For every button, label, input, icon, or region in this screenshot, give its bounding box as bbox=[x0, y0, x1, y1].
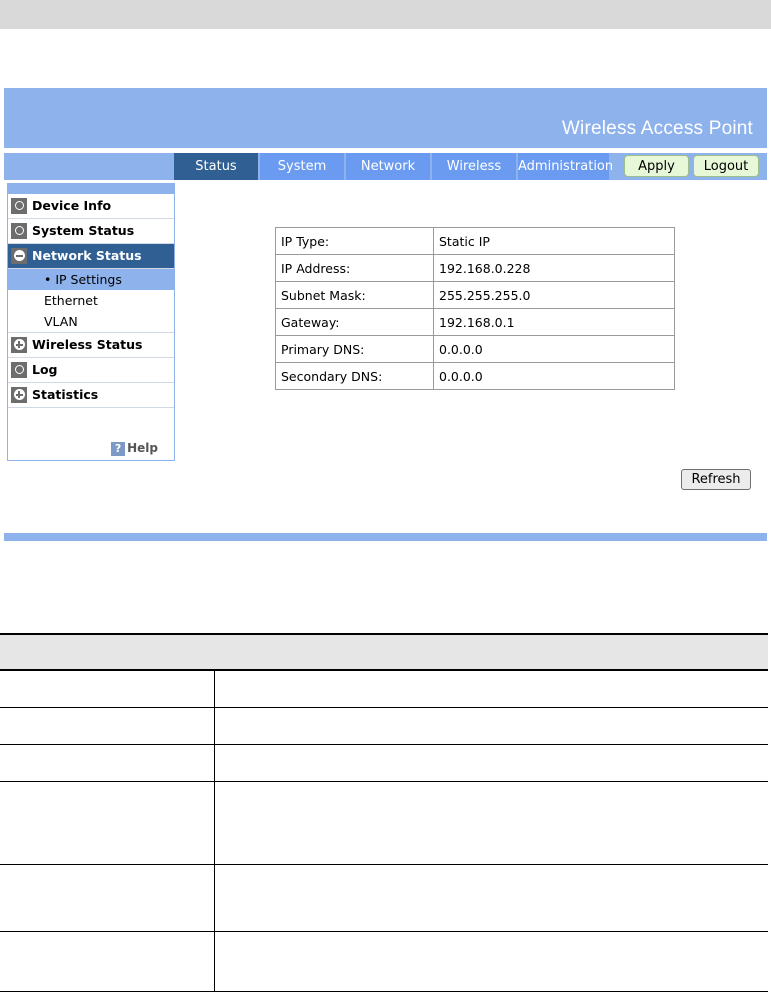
help-link[interactable]: ? Help bbox=[111, 441, 158, 456]
field-value: 192.168.0.228 bbox=[433, 254, 675, 282]
sidebar-subitem-label: VLAN bbox=[44, 314, 78, 329]
field-label: Primary DNS: bbox=[275, 335, 434, 363]
field-label: Subnet Mask: bbox=[275, 281, 434, 309]
table-row: Secondary DNS: 0.0.0.0 bbox=[275, 362, 675, 390]
sidebar-item-label: Device Info bbox=[32, 198, 112, 213]
minus-icon bbox=[11, 248, 27, 264]
field-value: 192.168.0.1 bbox=[433, 308, 675, 336]
sidebar-item-label: Log bbox=[32, 362, 58, 377]
circle-icon bbox=[11, 198, 27, 214]
table-row: IP Address: 192.168.0.228 bbox=[275, 254, 675, 282]
sidebar-header bbox=[8, 184, 174, 194]
sidebar-item-log[interactable]: Log bbox=[8, 358, 174, 383]
sidebar-item-wireless-status[interactable]: Wireless Status bbox=[8, 333, 174, 358]
tab-network[interactable]: Network bbox=[346, 153, 430, 180]
ip-settings-table: IP Type: Static IP IP Address: 192.168.0… bbox=[275, 227, 675, 390]
field-value: 0.0.0.0 bbox=[433, 335, 675, 363]
circle-icon bbox=[11, 223, 27, 239]
table-row bbox=[0, 671, 768, 708]
field-label: IP Type: bbox=[275, 227, 434, 255]
tab-system[interactable]: System bbox=[260, 153, 344, 180]
sidebar-subitem-ip-settings[interactable]: • IP Settings bbox=[8, 269, 174, 290]
tab-wireless[interactable]: Wireless bbox=[432, 153, 516, 180]
app-window: Wireless Access Point Status System Netw… bbox=[4, 88, 767, 541]
app-title: Wireless Access Point bbox=[561, 118, 753, 139]
sidebar-subitem-label: IP Settings bbox=[55, 272, 122, 287]
sidebar-item-network-status[interactable]: Network Status bbox=[8, 244, 174, 269]
table-row bbox=[0, 782, 768, 865]
apply-button[interactable]: Apply bbox=[624, 155, 689, 177]
sidebar-item-label: Network Status bbox=[32, 248, 142, 263]
sidebar-item-label: Wireless Status bbox=[32, 337, 143, 352]
refresh-button[interactable]: Refresh bbox=[681, 469, 751, 490]
sidebar-item-statistics[interactable]: Statistics bbox=[8, 383, 174, 408]
plus-icon bbox=[11, 337, 27, 353]
tab-status[interactable]: Status bbox=[174, 153, 258, 180]
table-row bbox=[0, 932, 768, 992]
question-icon: ? bbox=[111, 442, 126, 456]
field-value: 255.255.255.0 bbox=[433, 281, 675, 309]
sidebar-item-system-status[interactable]: System Status bbox=[8, 219, 174, 244]
table-row: IP Type: Static IP bbox=[275, 227, 675, 255]
field-value: 0.0.0.0 bbox=[433, 362, 675, 390]
plus-icon bbox=[11, 387, 27, 403]
table-row: Gateway: 192.168.0.1 bbox=[275, 308, 675, 336]
bullet-icon: • bbox=[44, 272, 52, 287]
main-nav: Status System Network Wireless Administr… bbox=[4, 153, 767, 180]
sidebar-item-device-info[interactable]: Device Info bbox=[8, 194, 174, 219]
table-row bbox=[0, 745, 768, 782]
sidebar-subitem-ethernet[interactable]: Ethernet bbox=[8, 290, 174, 311]
field-label: IP Address: bbox=[275, 254, 434, 282]
field-label: Secondary DNS: bbox=[275, 362, 434, 390]
logout-button[interactable]: Logout bbox=[693, 155, 759, 177]
header-banner: Wireless Access Point bbox=[4, 88, 767, 148]
sidebar: Device Info System Status Network Status… bbox=[7, 183, 175, 461]
table-row bbox=[0, 708, 768, 745]
document-table bbox=[0, 633, 768, 992]
field-label: Gateway: bbox=[275, 308, 434, 336]
table-row: Primary DNS: 0.0.0.0 bbox=[275, 335, 675, 363]
sidebar-subitem-label: Ethernet bbox=[44, 293, 98, 308]
circle-icon bbox=[11, 362, 27, 378]
help-label: Help bbox=[127, 441, 158, 455]
tab-administration[interactable]: Administration bbox=[518, 153, 613, 180]
field-value: Static IP bbox=[433, 227, 675, 255]
top-gray-strip bbox=[0, 0, 771, 29]
table-row bbox=[0, 865, 768, 932]
table-row: Subnet Mask: 255.255.255.0 bbox=[275, 281, 675, 309]
footer-bar bbox=[4, 533, 767, 541]
sidebar-subitem-vlan[interactable]: VLAN bbox=[8, 311, 174, 333]
sidebar-item-label: Statistics bbox=[32, 387, 99, 402]
table-header-row bbox=[0, 633, 768, 671]
sidebar-item-label: System Status bbox=[32, 223, 135, 238]
